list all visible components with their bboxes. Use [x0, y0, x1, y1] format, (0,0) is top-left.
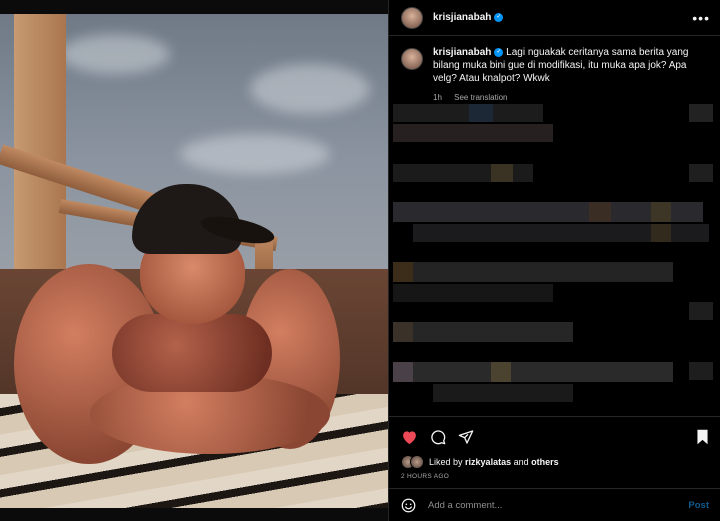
likes-summary: Liked by rizkyalatas and others — [401, 455, 709, 469]
post-header: krisjianabah ✓ ••• — [389, 0, 720, 36]
bookmark-icon[interactable] — [696, 429, 709, 445]
comment-icon[interactable] — [430, 429, 446, 445]
comments-list-obscured — [389, 98, 720, 416]
caption-author-avatar[interactable] — [401, 48, 423, 70]
post-comment-button[interactable]: Post — [688, 500, 709, 511]
verified-badge-icon: ✓ — [494, 13, 504, 22]
post-photo[interactable] — [0, 14, 388, 508]
add-comment-bar: Post — [389, 488, 720, 521]
post-caption: krisjianabah ✓ Lagi nguakak ceritanya sam… — [389, 36, 720, 104]
liked-by-user-link[interactable]: rizkyalatas — [465, 457, 511, 467]
author-avatar[interactable] — [401, 6, 423, 29]
post-actions: Liked by rizkyalatas and others 2 HOURS … — [389, 416, 720, 480]
post-timestamp[interactable]: 2 HOURS AGO — [401, 473, 709, 480]
comment-input[interactable] — [428, 499, 689, 511]
caption-username[interactable]: krisjianabah — [433, 47, 491, 58]
emoji-icon[interactable] — [401, 498, 416, 513]
verified-badge-icon: ✓ — [494, 47, 504, 57]
liked-by-others-link[interactable]: others — [531, 457, 559, 467]
post-photo-pane — [0, 0, 388, 521]
heart-filled-icon[interactable] — [401, 429, 418, 445]
share-icon[interactable] — [458, 429, 474, 445]
author-username[interactable]: krisjianabah — [433, 12, 491, 23]
more-options-icon[interactable]: ••• — [692, 10, 710, 26]
post-details-panel: krisjianabah ✓ ••• krisjianabah ✓ Lagi ng… — [388, 0, 720, 521]
liker-avatar — [410, 455, 424, 469]
